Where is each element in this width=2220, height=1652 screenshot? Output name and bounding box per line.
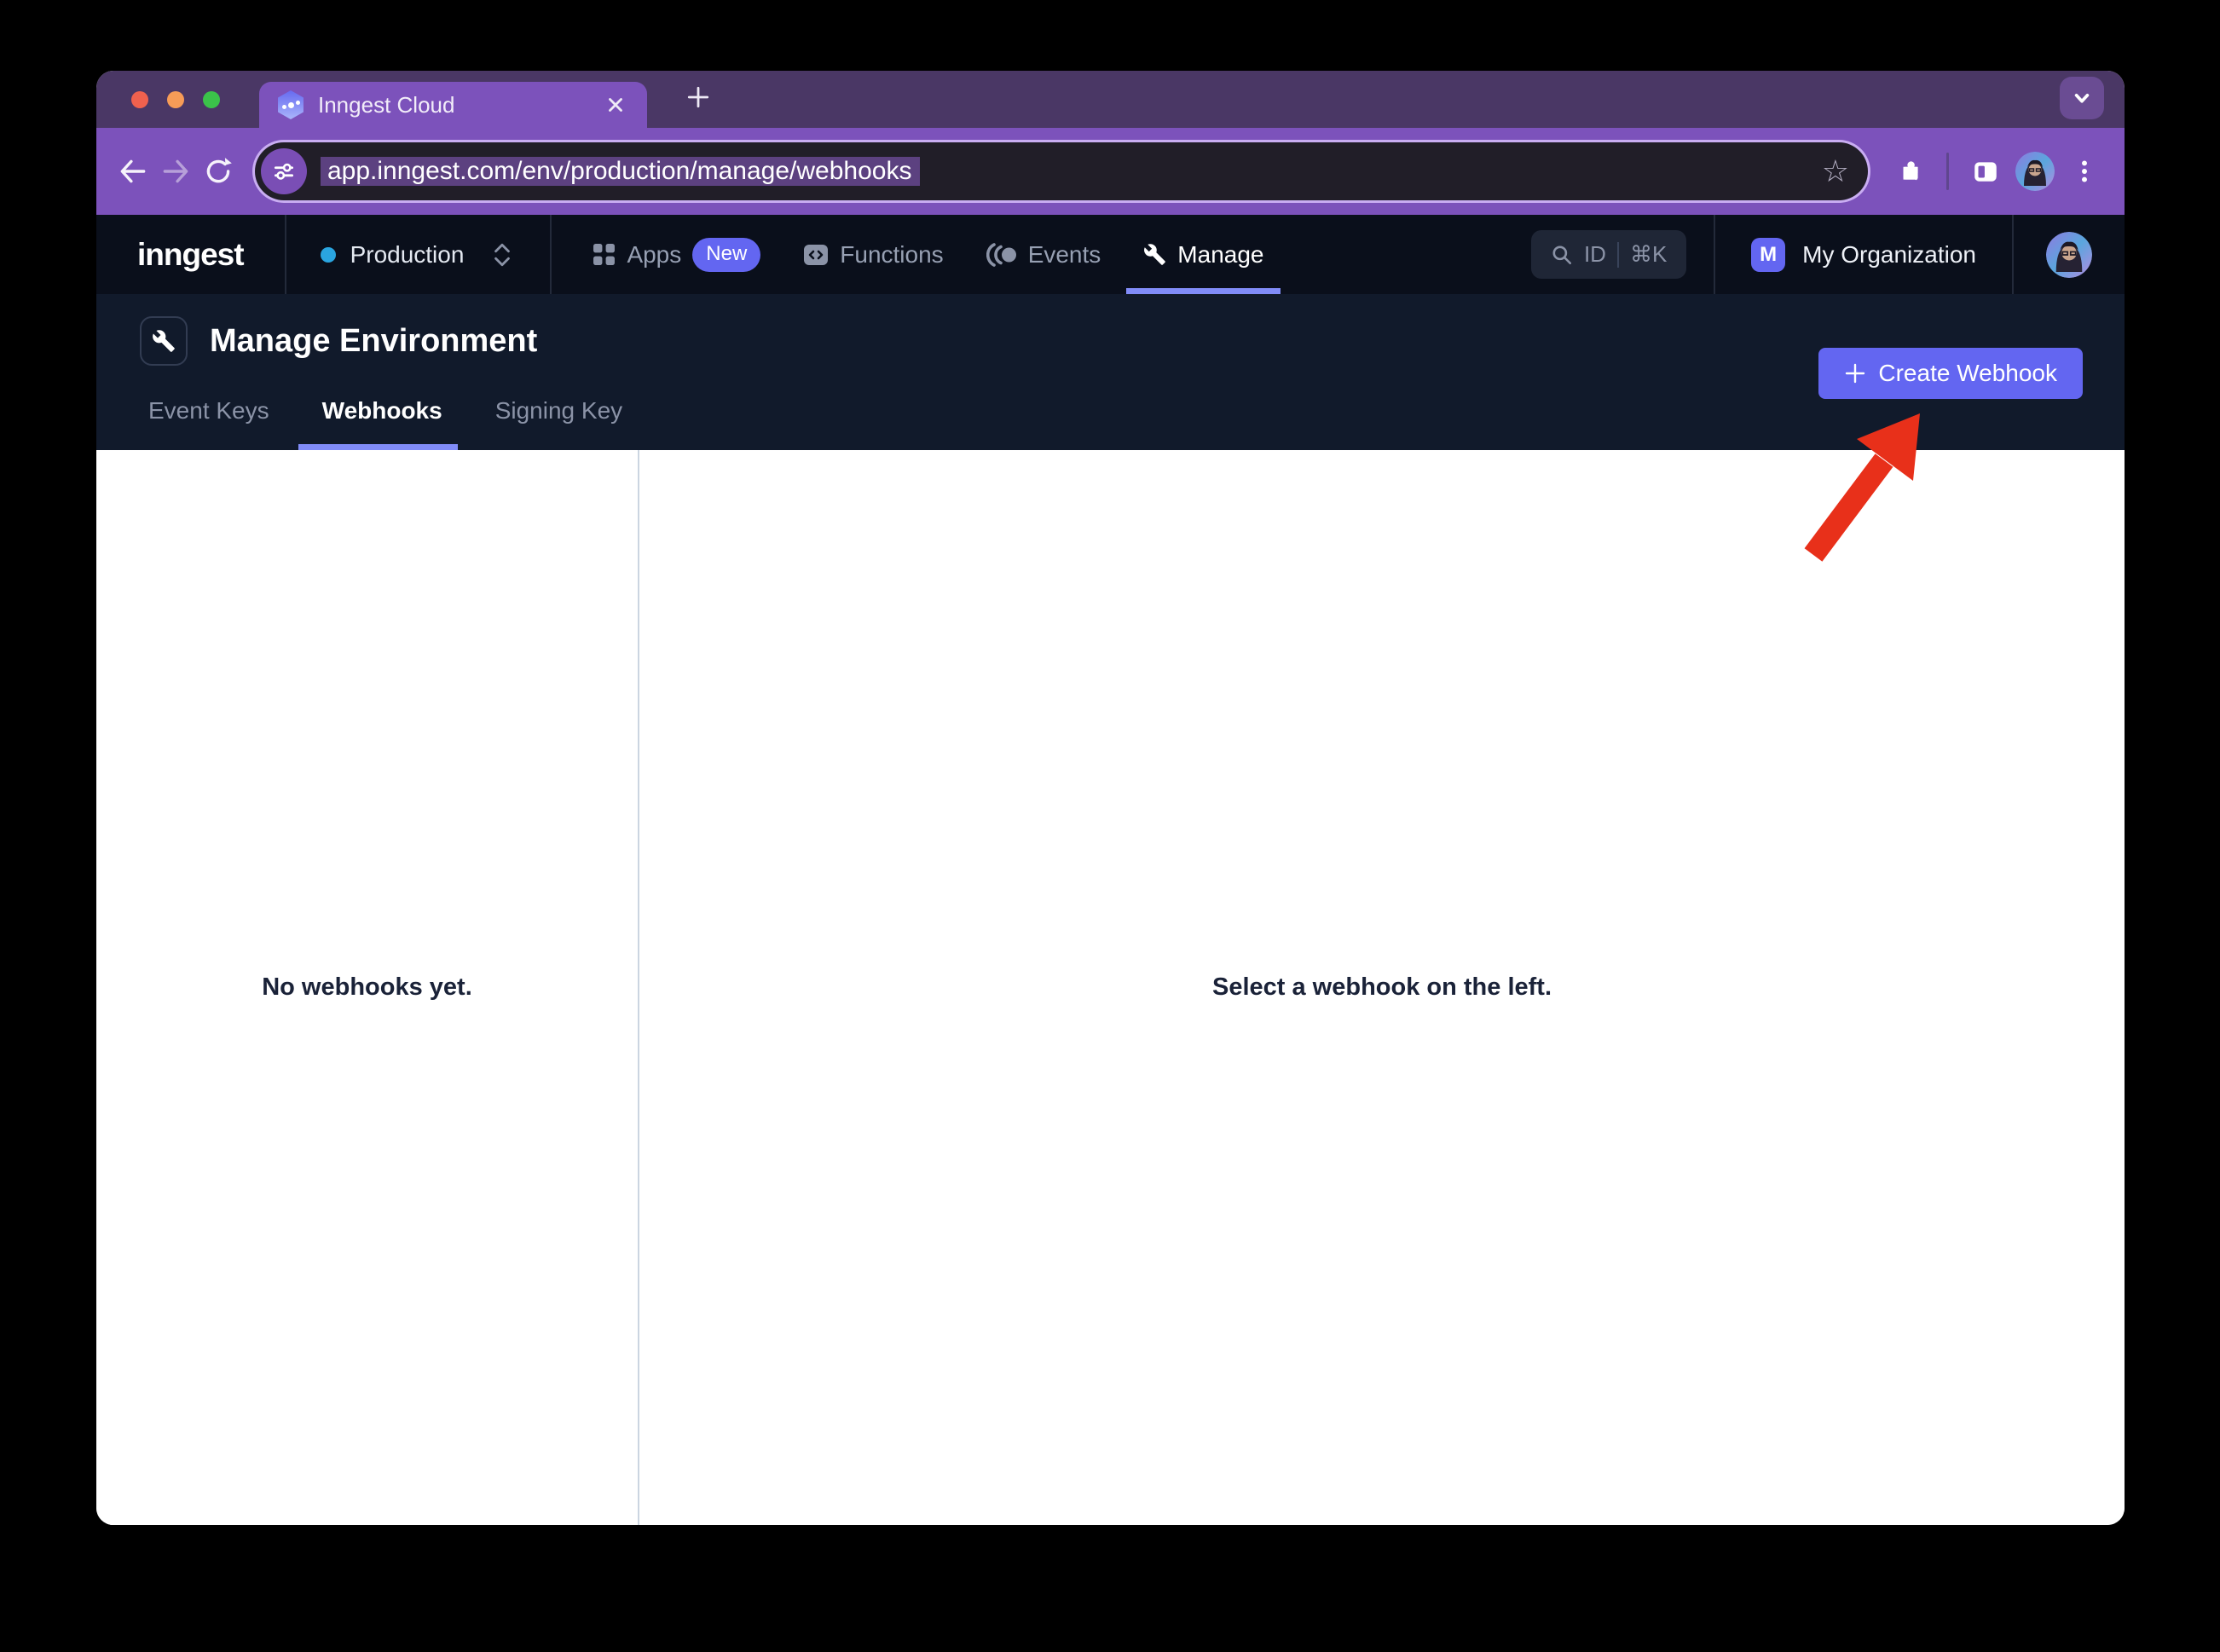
functions-code-icon (803, 242, 829, 268)
app-navbar: inngest Production (96, 215, 2125, 294)
wrench-icon (152, 329, 176, 353)
forward-arrow-icon (159, 155, 192, 188)
inngest-favicon-icon (276, 90, 305, 119)
page-title: Manage Environment (210, 323, 537, 360)
tab-event-keys[interactable]: Event Keys (148, 397, 269, 450)
three-dot-menu-icon (2070, 157, 2099, 186)
reload-button[interactable] (197, 150, 240, 193)
chevron-down-icon (2069, 85, 2095, 111)
create-webhook-button[interactable]: Create Webhook (1818, 348, 2083, 399)
browser-tab[interactable]: Inngest Cloud (259, 82, 647, 128)
site-settings-button[interactable] (261, 148, 307, 194)
inngest-logo[interactable]: inngest (96, 237, 285, 273)
plus-icon (685, 84, 711, 110)
tune-icon (271, 159, 297, 184)
wrench-icon (1143, 243, 1166, 266)
nav-item-label: Manage (1177, 241, 1263, 269)
bookmark-star-icon[interactable]: ☆ (1822, 156, 1849, 187)
nav-item-functions[interactable]: Functions (803, 215, 943, 294)
back-button[interactable] (112, 150, 154, 193)
new-badge: New (692, 238, 760, 272)
environment-name: Production (350, 241, 465, 269)
search-icon (1551, 244, 1573, 266)
url-selected-text: app.inngest.com/env/production/manage/we… (321, 157, 920, 186)
extensions-button[interactable] (1888, 150, 1931, 193)
side-panel-button[interactable] (1964, 150, 2007, 193)
forward-button[interactable] (154, 150, 197, 193)
macos-traffic-lights (131, 71, 220, 128)
browser-menu-button[interactable] (2063, 150, 2106, 193)
up-down-chevron-icon (492, 241, 512, 269)
toolbar-divider (1946, 153, 1949, 190)
nav-item-label: Events (1028, 241, 1101, 269)
browser-toolbar: app.inngest.com/env/production/manage/we… (96, 128, 2125, 215)
plus-icon (1844, 362, 1866, 384)
browser-profile-avatar[interactable] (2015, 152, 2055, 191)
url-text[interactable]: app.inngest.com/env/production/manage/we… (321, 157, 1822, 186)
nav-item-label: Apps (627, 241, 681, 269)
organization-menu[interactable]: M My Organization (1715, 238, 2012, 272)
organization-badge: M (1751, 238, 1785, 272)
tab-title: Inngest Cloud (318, 92, 601, 118)
nav-item-events[interactable]: Events (986, 215, 1101, 294)
environment-status-dot (321, 247, 336, 263)
webhooks-content: No webhooks yet. Select a webhook on the… (96, 450, 2125, 1525)
screenshot-stage: Inngest Cloud (0, 0, 2220, 1652)
organization-name: My Organization (1802, 241, 1976, 269)
browser-tab-strip: Inngest Cloud (96, 71, 2125, 128)
reload-icon (202, 155, 234, 188)
apps-grid-icon (593, 243, 616, 266)
webhook-detail-panel: Select a webhook on the left. (639, 450, 2125, 1525)
environment-tabs: Event Keys Webhooks Signing Key (148, 397, 622, 450)
nav-item-apps[interactable]: Apps New (593, 215, 760, 294)
search-shortcut-button[interactable]: ID ⌘K (1531, 230, 1686, 279)
url-bar[interactable]: app.inngest.com/env/production/manage/we… (255, 142, 1868, 200)
nav-item-manage[interactable]: Manage (1143, 215, 1263, 294)
minimize-window-button[interactable] (167, 91, 184, 108)
user-menu[interactable] (2014, 232, 2125, 278)
tab-search-button[interactable] (2060, 77, 2104, 119)
nav-item-label: Functions (840, 241, 943, 269)
tab-close-icon[interactable] (601, 90, 630, 119)
detail-empty-message: Select a webhook on the left. (1212, 973, 1552, 1002)
back-arrow-icon (117, 155, 149, 188)
zoom-window-button[interactable] (203, 91, 220, 108)
puzzle-icon (1895, 157, 1924, 186)
navbar-links: Apps New Functions Events (552, 215, 1263, 294)
tab-signing-key[interactable]: Signing Key (495, 397, 622, 450)
events-stream-icon (986, 243, 1017, 267)
manage-icon-box (140, 316, 188, 366)
create-webhook-label: Create Webhook (1878, 360, 2057, 387)
new-tab-button[interactable] (679, 78, 717, 116)
environment-switcher[interactable]: Production (286, 241, 551, 269)
search-shortcut: ⌘K (1630, 241, 1667, 268)
webhooks-list-panel: No webhooks yet. (96, 450, 639, 1525)
manage-environment-header: Manage Environment Create Webhook Event … (96, 294, 2125, 450)
toolbar-right-icons (1888, 150, 2106, 193)
browser-window: Inngest Cloud (96, 71, 2125, 1525)
side-panel-icon (1971, 157, 2000, 186)
close-window-button[interactable] (131, 91, 148, 108)
tab-webhooks[interactable]: Webhooks (322, 397, 442, 450)
user-avatar[interactable] (2046, 232, 2092, 278)
webhooks-empty-message: No webhooks yet. (262, 973, 472, 1002)
search-divider (1617, 242, 1619, 268)
search-label: ID (1584, 241, 1606, 268)
